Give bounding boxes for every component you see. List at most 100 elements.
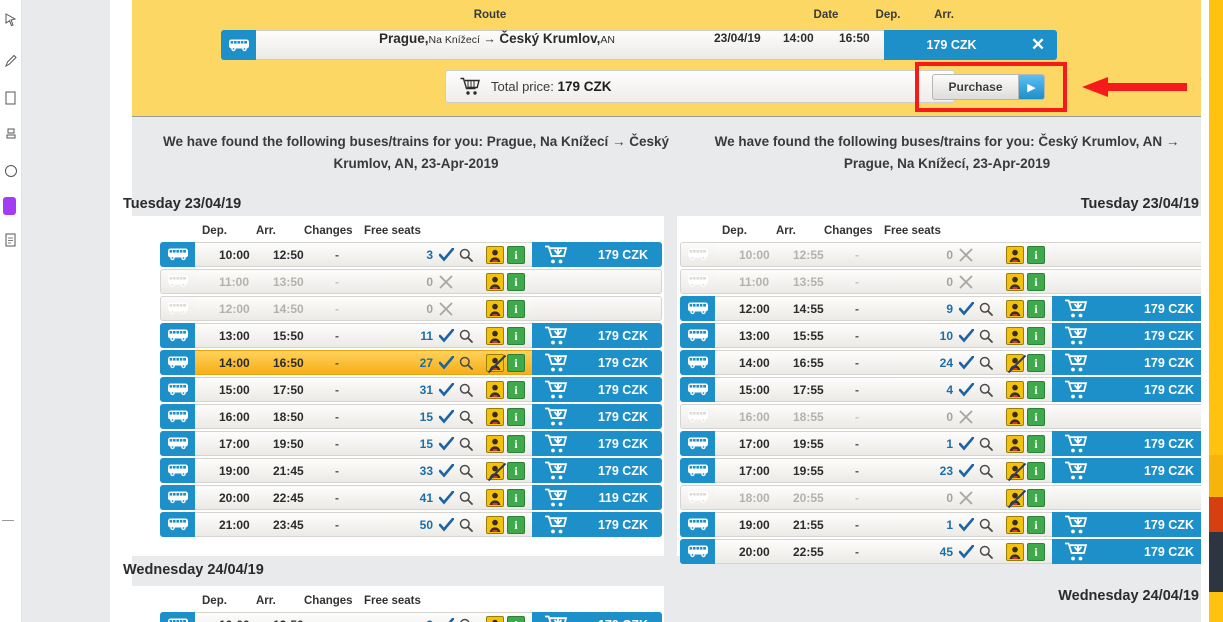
attendant-unavailable-icon[interactable] bbox=[486, 461, 507, 481]
table-row[interactable]: 17:00 19:50 - 15 i 179 CZK bbox=[160, 431, 662, 456]
info-icon[interactable]: i bbox=[1027, 515, 1045, 534]
magnifier-icon[interactable] bbox=[457, 613, 475, 622]
info-icon[interactable]: i bbox=[507, 272, 525, 291]
buy-button[interactable]: 179 CZK bbox=[1052, 512, 1208, 537]
info-icon[interactable]: i bbox=[1027, 326, 1045, 345]
attendant-icon[interactable] bbox=[1006, 407, 1024, 426]
buy-button[interactable]: 179 CZK bbox=[532, 612, 662, 622]
buy-button[interactable]: 119 CZK bbox=[532, 485, 662, 510]
magnifier-icon[interactable] bbox=[977, 432, 995, 455]
magnifier-icon[interactable] bbox=[977, 351, 995, 374]
buy-button[interactable]: 179 CZK bbox=[532, 404, 662, 429]
table-row[interactable]: 14:00 16:50 - 27 i 179 CZK bbox=[160, 350, 662, 375]
info-icon[interactable]: i bbox=[507, 461, 525, 480]
info-icon[interactable]: i bbox=[1027, 299, 1045, 318]
buy-button[interactable]: 179 CZK bbox=[532, 323, 662, 348]
attendant-icon[interactable] bbox=[1006, 326, 1024, 345]
info-icon[interactable]: i bbox=[507, 299, 525, 318]
table-row[interactable]: 12:00 14:50 - 0 i bbox=[160, 296, 662, 321]
magnifier-icon[interactable] bbox=[457, 324, 475, 347]
attendant-icon[interactable] bbox=[486, 272, 504, 291]
table-row[interactable]: 13:00 15:55 - 10 i 179 CZK bbox=[680, 323, 1208, 348]
pen-icon[interactable] bbox=[3, 53, 19, 69]
attendant-icon[interactable] bbox=[486, 380, 504, 399]
buy-button[interactable]: 179 CZK bbox=[1052, 431, 1208, 456]
highlighter-icon[interactable] bbox=[3, 197, 16, 215]
note-icon[interactable] bbox=[3, 232, 19, 248]
magnifier-icon[interactable] bbox=[457, 378, 475, 401]
attendant-icon[interactable] bbox=[486, 488, 504, 507]
attendant-icon[interactable] bbox=[1006, 272, 1024, 291]
buy-button[interactable]: 179 CZK bbox=[532, 512, 662, 537]
table-row[interactable]: 13:00 15:50 - 11 i 179 CZK bbox=[160, 323, 662, 348]
buy-button[interactable]: 179 CZK bbox=[1052, 350, 1208, 375]
buy-button[interactable]: 179 CZK bbox=[532, 377, 662, 402]
info-icon[interactable]: i bbox=[507, 407, 525, 426]
magnifier-icon[interactable] bbox=[977, 540, 995, 563]
magnifier-icon[interactable] bbox=[977, 459, 995, 482]
buy-button[interactable]: 179 CZK bbox=[1052, 296, 1208, 321]
magnifier-icon[interactable] bbox=[977, 513, 995, 536]
table-row[interactable]: 10:00 12:50 - 3 i 179 CZK bbox=[160, 612, 662, 622]
table-row[interactable]: 15:00 17:55 - 4 i 179 CZK bbox=[680, 377, 1208, 402]
attendant-icon[interactable] bbox=[486, 615, 504, 622]
info-icon[interactable]: i bbox=[1027, 542, 1045, 561]
attendant-icon[interactable] bbox=[1006, 380, 1024, 399]
attendant-unavailable-icon[interactable] bbox=[486, 353, 507, 373]
attendant-icon[interactable] bbox=[1006, 434, 1024, 453]
table-row[interactable]: 16:00 18:50 - 15 i 179 CZK bbox=[160, 404, 662, 429]
magnifier-icon[interactable] bbox=[457, 459, 475, 482]
table-row[interactable]: 20:00 22:55 - 45 i 179 CZK bbox=[680, 539, 1208, 564]
table-row[interactable]: 21:00 23:45 - 50 i 179 CZK bbox=[160, 512, 662, 537]
attendant-icon[interactable] bbox=[1006, 515, 1024, 534]
info-icon[interactable]: i bbox=[1027, 488, 1045, 507]
close-icon[interactable]: ✕ bbox=[1019, 30, 1057, 60]
info-icon[interactable]: i bbox=[507, 615, 525, 622]
basket-row[interactable]: Prague,Na Knížecí → Český Krumlov,AN 23/… bbox=[221, 30, 1057, 60]
attendant-unavailable-icon[interactable] bbox=[1006, 353, 1027, 373]
table-row[interactable]: 20:00 22:45 - 41 i 119 CZK bbox=[160, 485, 662, 510]
buy-button[interactable]: 179 CZK bbox=[532, 350, 662, 375]
info-icon[interactable]: i bbox=[507, 245, 525, 264]
magnifier-icon[interactable] bbox=[457, 405, 475, 428]
attendant-unavailable-icon[interactable] bbox=[1006, 488, 1027, 508]
magnifier-icon[interactable] bbox=[457, 432, 475, 455]
info-icon[interactable]: i bbox=[507, 488, 525, 507]
purchase-button[interactable]: Purchase ▶ bbox=[932, 74, 1045, 100]
magnifier-icon[interactable] bbox=[457, 243, 475, 266]
buy-button[interactable]: 179 CZK bbox=[1052, 323, 1208, 348]
info-icon[interactable]: i bbox=[1027, 407, 1045, 426]
table-row[interactable]: 18:00 20:55 - 0 i bbox=[680, 485, 1208, 510]
info-icon[interactable]: i bbox=[507, 380, 525, 399]
buy-button[interactable]: 179 CZK bbox=[532, 458, 662, 483]
buy-button[interactable]: 179 CZK bbox=[1052, 458, 1208, 483]
attendant-icon[interactable] bbox=[1006, 299, 1024, 318]
info-icon[interactable]: i bbox=[1027, 245, 1045, 264]
table-row[interactable]: 15:00 17:50 - 31 i 179 CZK bbox=[160, 377, 662, 402]
table-row[interactable]: 14:00 16:55 - 24 i 179 CZK bbox=[680, 350, 1208, 375]
table-row[interactable]: 11:00 13:55 - 0 i bbox=[680, 269, 1208, 294]
info-icon[interactable]: i bbox=[1027, 380, 1045, 399]
magnifier-icon[interactable] bbox=[977, 378, 995, 401]
table-row[interactable]: 19:00 21:45 - 33 i 179 CZK bbox=[160, 458, 662, 483]
table-row[interactable]: 17:00 19:55 - 23 i 179 CZK bbox=[680, 458, 1208, 483]
buy-button[interactable]: 179 CZK bbox=[532, 242, 662, 267]
buy-button[interactable]: 179 CZK bbox=[1052, 539, 1208, 564]
info-icon[interactable]: i bbox=[507, 326, 525, 345]
magnifier-icon[interactable] bbox=[457, 351, 475, 374]
info-icon[interactable]: i bbox=[507, 515, 525, 534]
attendant-icon[interactable] bbox=[486, 326, 504, 345]
info-icon[interactable]: i bbox=[507, 353, 525, 372]
buy-button[interactable]: 179 CZK bbox=[532, 431, 662, 456]
attendant-icon[interactable] bbox=[486, 434, 504, 453]
stamp-icon[interactable] bbox=[3, 126, 19, 142]
side-banner[interactable] bbox=[1201, 0, 1223, 622]
magnifier-icon[interactable] bbox=[977, 324, 995, 347]
magnifier-icon[interactable] bbox=[457, 486, 475, 509]
magnifier-icon[interactable] bbox=[457, 513, 475, 536]
attendant-icon[interactable] bbox=[486, 515, 504, 534]
attendant-unavailable-icon[interactable] bbox=[1006, 461, 1027, 481]
table-row[interactable]: 19:00 21:55 - 1 i 179 CZK bbox=[680, 512, 1208, 537]
table-row[interactable]: 16:00 18:55 - 0 i bbox=[680, 404, 1208, 429]
circle-icon[interactable] bbox=[3, 163, 19, 179]
